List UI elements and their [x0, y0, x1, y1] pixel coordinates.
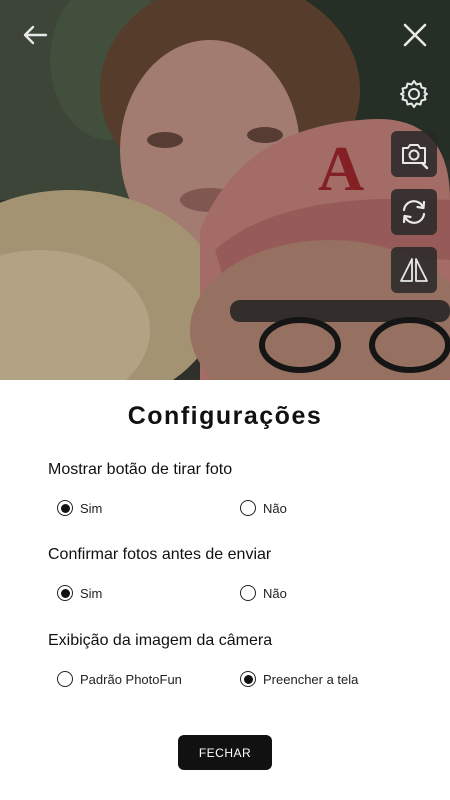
mirror-icon — [400, 258, 428, 282]
radio-selected[interactable] — [57, 500, 73, 516]
radio-unselected[interactable] — [57, 671, 73, 687]
camera-search-button[interactable] — [391, 131, 437, 177]
mirror-button[interactable] — [391, 247, 437, 293]
back-button[interactable] — [15, 15, 55, 55]
option-show-shutter-yes[interactable]: Sim — [57, 500, 102, 516]
option-confirm-photos-no[interactable]: Não — [240, 585, 287, 601]
settings-button[interactable] — [391, 71, 437, 117]
option-label: Padrão PhotoFun — [80, 671, 182, 687]
option-label: Preencher a tela — [263, 671, 359, 687]
option-show-shutter-no[interactable]: Não — [240, 500, 287, 516]
close-icon — [403, 23, 427, 47]
switch-camera-button[interactable] — [391, 189, 437, 235]
option-label: Sim — [80, 500, 103, 516]
settings-title: Configurações — [127, 402, 323, 430]
option-label: Não — [263, 585, 287, 601]
radio-unselected[interactable] — [240, 585, 256, 601]
close-settings-button[interactable]: FECHAR — [178, 735, 272, 770]
camera-preview: A — [0, 0, 450, 380]
gear-icon — [400, 80, 428, 108]
camera-search-icon — [402, 144, 429, 170]
option-label: Sim — [80, 585, 103, 601]
camera-shade — [0, 0, 450, 380]
radio-selected[interactable] — [57, 585, 73, 601]
option-display-default[interactable]: Padrão PhotoFun — [57, 671, 182, 687]
switch-camera-icon — [402, 200, 426, 224]
section-label-show-shutter: Mostrar botão de tirar foto — [48, 461, 233, 478]
section-label-camera-display: Exibição da imagem da câmera — [48, 632, 273, 649]
settings-sheet: Configurações Mostrar botão de tirar fot… — [0, 380, 450, 800]
arrow-left-icon — [23, 25, 48, 45]
option-display-fill[interactable]: Preencher a tela — [240, 671, 358, 687]
radio-unselected[interactable] — [240, 500, 256, 516]
radio-selected[interactable] — [240, 671, 256, 687]
close-camera-button[interactable] — [395, 15, 435, 55]
section-label-confirm-photos: Confirmar fotos antes de enviar — [48, 546, 272, 563]
option-label: Não — [263, 500, 287, 516]
option-confirm-photos-yes[interactable]: Sim — [57, 585, 102, 601]
